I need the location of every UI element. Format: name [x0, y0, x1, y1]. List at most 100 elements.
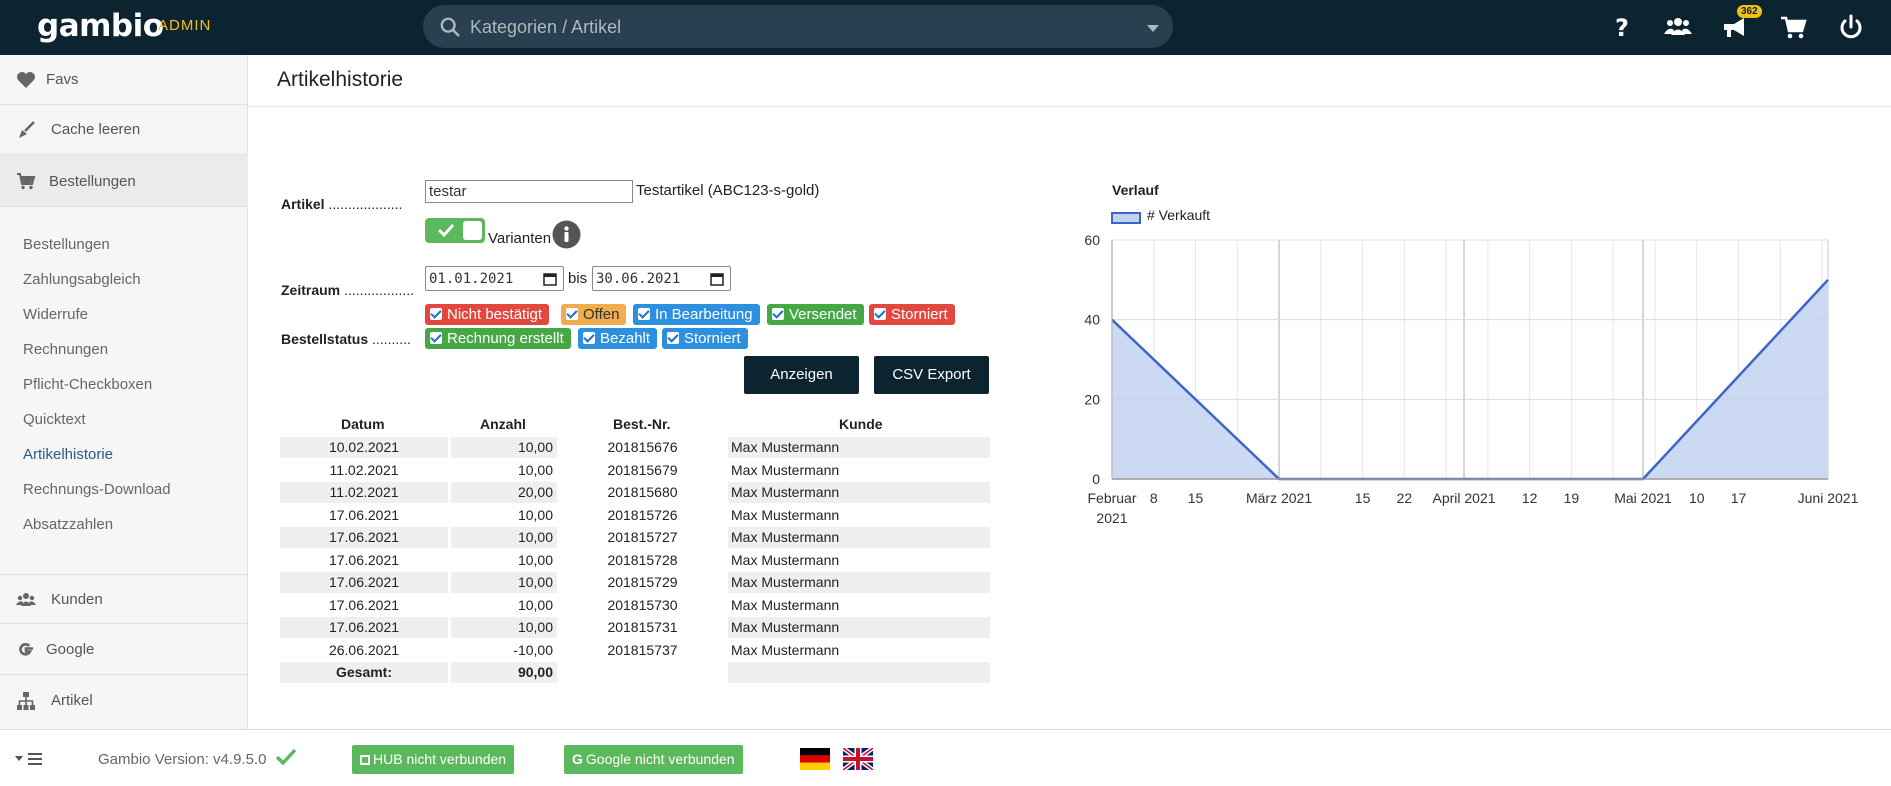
checkbox[interactable]	[430, 308, 442, 320]
google-status-button[interactable]: G Google nicht verbunden	[564, 745, 743, 774]
status-chip-versendet[interactable]: Versendet	[767, 304, 864, 325]
cart-icon[interactable]	[1778, 12, 1808, 42]
cell-anzahl: 10,00	[517, 619, 553, 635]
cell-kunde: Max Mustermann	[731, 596, 840, 613]
series-area	[1112, 279, 1828, 479]
checkbox[interactable]	[430, 332, 442, 344]
calendar-icon[interactable]	[710, 272, 724, 286]
info-icon[interactable]	[552, 220, 581, 249]
status-chip-rechnung-erstellt[interactable]: Rechnung erstellt	[425, 328, 571, 349]
checkbox[interactable]	[566, 308, 578, 320]
heart-icon	[17, 72, 35, 88]
table-row: 17.06.2021 10,00 201815726 Max Mustermann	[280, 505, 990, 526]
table-row: 17.06.2021 10,00 201815727 Max Mustermann	[280, 527, 990, 548]
sidebar-item-artikel[interactable]: Artikel	[0, 676, 248, 726]
sidebar-sub-bestellungen[interactable]: Bestellungen	[23, 236, 110, 253]
cell-bestnr: 201815737	[607, 641, 678, 658]
sidebar-item-favs[interactable]: Favs	[0, 55, 248, 105]
artikel-input[interactable]: testar	[425, 180, 633, 203]
status-chip-in-bearbeitung[interactable]: In Bearbeitung	[633, 304, 760, 325]
cell-anzahl: 90,00	[517, 664, 553, 680]
search-input[interactable]: Kategorien / Artikel	[470, 17, 621, 38]
sidebar-sub-absatzzahlen[interactable]: Absatzzahlen	[23, 516, 113, 533]
anzeigen-button[interactable]: Anzeigen	[744, 356, 859, 394]
table-header-anzahl: Anzahl	[480, 416, 526, 432]
varianten-toggle[interactable]	[425, 218, 485, 243]
calendar-icon[interactable]	[543, 272, 557, 286]
cell-kunde: Max Mustermann	[731, 574, 840, 590]
csv-export-button[interactable]: CSV Export	[874, 356, 989, 394]
x-tick-label: 15	[1355, 490, 1371, 506]
sidebar-sub-widerrufe[interactable]: Widerrufe	[23, 306, 88, 323]
sidebar-sub-rechnungs-download[interactable]: Rechnungs-Download	[23, 481, 171, 498]
sidebar-item-kunden[interactable]: Kunden	[0, 574, 248, 624]
checkbox[interactable]	[667, 332, 679, 344]
sidebar-sub-pflicht-checkboxen[interactable]: Pflicht-Checkboxen	[23, 376, 152, 393]
check-icon	[275, 748, 297, 766]
x-tick-label: 15	[1188, 490, 1204, 506]
gambio-logo[interactable]: gambio	[37, 8, 164, 44]
cell-kunde: Max Mustermann	[731, 484, 840, 500]
status-chip-storniert[interactable]: Storniert	[869, 304, 955, 325]
broom-icon	[19, 121, 35, 138]
checkbox[interactable]	[874, 308, 886, 320]
page-title: Artikelhistorie	[277, 68, 404, 91]
checkbox[interactable]	[638, 308, 650, 320]
sidebar-sub-artikelhistorie[interactable]: Artikelhistorie	[23, 446, 113, 463]
google-icon: G	[572, 751, 583, 767]
status-chip-bezahlt[interactable]: Bezahlt	[578, 328, 658, 349]
cell-bestnr: 201815726	[607, 506, 678, 523]
sidebar-sub-rechnungen[interactable]: Rechnungen	[23, 341, 108, 358]
table-row: 10.02.2021 10,00 201815676 Max Mustermann	[280, 437, 990, 458]
top-bar: gambio ADMIN Kategorien / Artikel ? 362	[0, 0, 1891, 55]
cell-anzahl: 10,00	[517, 529, 553, 545]
status-chip-offen[interactable]: Offen	[561, 304, 627, 325]
cell-anzahl: 10,00	[517, 506, 553, 523]
search-icon	[440, 17, 460, 37]
cell-anzahl: 10,00	[517, 551, 553, 568]
x-tick-label: 12	[1522, 490, 1538, 506]
bis-label: bis	[568, 270, 588, 287]
search-bar[interactable]: Kategorien / Artikel	[423, 5, 1173, 48]
status-chip-nicht-bestaetigt[interactable]: Nicht bestätigt	[425, 304, 550, 325]
hub-status-button[interactable]: HUB nicht verbunden	[352, 745, 515, 774]
checkbox[interactable]	[583, 332, 595, 344]
sidebar-item-bestellungen[interactable]: Bestellungen	[0, 155, 248, 207]
cell-bestnr: 201815731	[607, 619, 678, 635]
power-icon[interactable]	[1836, 12, 1866, 42]
cell-kunde: Max Mustermann	[731, 551, 840, 568]
cell-kunde: Max Mustermann	[731, 506, 840, 523]
date-to-input[interactable]: 30.06.2021	[592, 266, 731, 291]
cell-datum: 17.06.2021	[328, 506, 400, 523]
checkbox[interactable]	[772, 308, 784, 320]
uk-flag-icon[interactable]	[843, 748, 873, 770]
x-tick-label: Juni 2021	[1798, 490, 1859, 506]
sidebar-item-cache[interactable]: Cache leeren	[0, 105, 248, 155]
status-chip-storniert-2[interactable]: Storniert	[662, 328, 748, 349]
table-row: 11.02.2021 20,00 201815680 Max Mustermann	[280, 482, 990, 503]
cell-datum: 17.06.2021	[328, 574, 400, 590]
sidebar-sub-quicktext[interactable]: Quicktext	[23, 411, 86, 428]
users-icon[interactable]	[1663, 12, 1693, 42]
y-tick-label: 40	[1084, 312, 1100, 328]
cell-datum: 11.02.2021	[329, 484, 399, 500]
sitemap-icon	[17, 692, 35, 710]
chevron-down-icon[interactable]	[1147, 25, 1159, 32]
menu-toggle-icon[interactable]	[15, 752, 45, 766]
cell-datum: 26.06.2021	[328, 641, 400, 658]
bestellstatus-label: Bestellstatus ..........	[281, 331, 411, 347]
sidebar-sub-zahlungsabgleich[interactable]: Zahlungsabgleich	[23, 271, 141, 288]
help-icon[interactable]: ?	[1607, 12, 1637, 42]
german-flag-icon[interactable]	[800, 748, 830, 770]
cell-bestnr: 201815728	[607, 551, 678, 568]
x-tick-label: März 2021	[1246, 490, 1312, 506]
cell-bestnr: 201815727	[607, 529, 678, 545]
divider	[248, 106, 1891, 107]
cell-bestnr: 201815679	[607, 461, 678, 478]
y-tick-label: 0	[1092, 471, 1100, 487]
sidebar-item-google[interactable]: Google	[0, 625, 248, 675]
cell-datum: 17.06.2021	[328, 529, 400, 545]
date-from-input[interactable]: 01.01.2021	[425, 266, 564, 291]
x-tick-label-line2: 2021	[1096, 510, 1127, 526]
cell-kunde: Max Mustermann	[731, 619, 840, 635]
